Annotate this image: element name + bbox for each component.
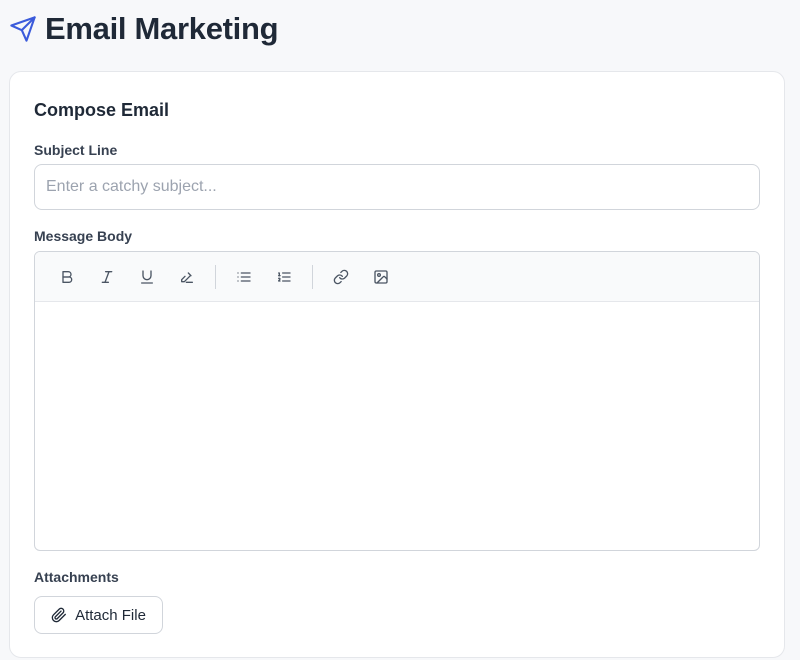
attach-file-label: Attach File xyxy=(75,606,146,624)
message-label: Message Body xyxy=(34,228,133,244)
bullet-list-icon[interactable] xyxy=(231,264,257,290)
editor-toolbar xyxy=(35,252,759,302)
link-icon[interactable] xyxy=(328,264,354,290)
toolbar-divider xyxy=(312,264,313,289)
bold-icon[interactable] xyxy=(54,264,80,290)
page-header: Email Marketing xyxy=(9,11,279,46)
image-icon[interactable] xyxy=(368,264,394,290)
underline-icon[interactable] xyxy=(134,264,160,290)
paperclip-icon xyxy=(51,607,67,623)
compose-title: Compose Email xyxy=(34,100,170,120)
message-editor xyxy=(34,251,760,551)
numbered-list-icon[interactable] xyxy=(271,264,297,290)
subject-input[interactable] xyxy=(34,164,760,210)
subject-label: Subject Line xyxy=(34,142,118,158)
message-body-area[interactable] xyxy=(35,302,759,550)
attach-file-button[interactable]: Attach File xyxy=(34,596,163,634)
send-icon xyxy=(9,14,39,44)
strikethrough-icon[interactable] xyxy=(174,264,200,290)
attachments-label: Attachments xyxy=(34,569,119,585)
page-title: Email Marketing xyxy=(45,11,279,46)
italic-icon[interactable] xyxy=(94,264,120,290)
toolbar-divider xyxy=(215,264,216,289)
compose-card: Compose Email Subject Line Message Body xyxy=(9,71,785,658)
